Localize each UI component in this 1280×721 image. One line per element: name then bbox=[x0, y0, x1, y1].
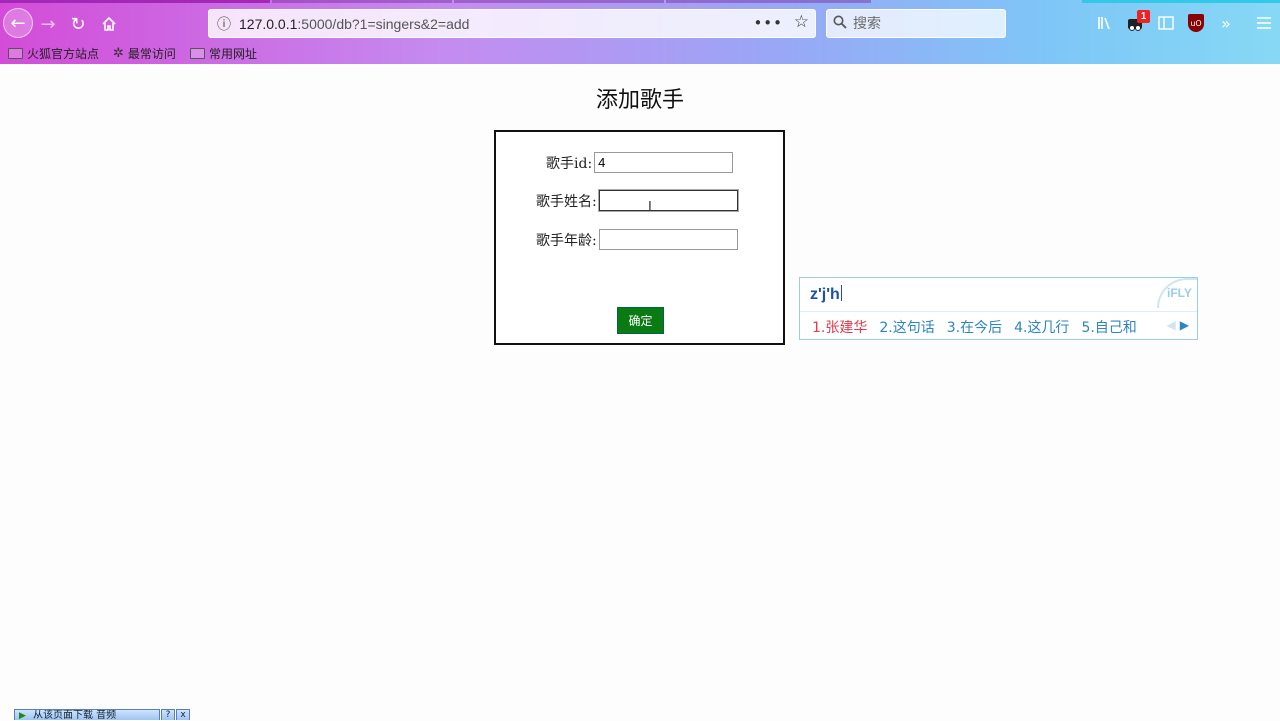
tab[interactable] bbox=[1082, 0, 1280, 3]
bookmark-common-sites[interactable]: 常用网址 bbox=[189, 45, 257, 62]
gear-icon: ✲ bbox=[113, 45, 124, 61]
singer-id-label: 歌手id: bbox=[546, 155, 593, 172]
library-button[interactable] bbox=[1094, 12, 1116, 34]
home-icon bbox=[102, 16, 116, 31]
submit-button[interactable]: 确定 bbox=[617, 307, 664, 334]
text-cursor-icon: Ι bbox=[648, 200, 652, 215]
bookmark-star-icon[interactable]: ☆ bbox=[794, 12, 809, 32]
ublock-icon: uO bbox=[1188, 14, 1204, 32]
bookmark-label: 火狐官方站点 bbox=[27, 46, 100, 61]
home-button[interactable] bbox=[95, 10, 123, 38]
tab[interactable] bbox=[454, 0, 664, 3]
ime-candidate-3[interactable]: 3.在今后 bbox=[947, 317, 1002, 337]
forward-button[interactable]: → bbox=[34, 10, 62, 38]
search-icon bbox=[833, 15, 847, 33]
ime-candidate-4[interactable]: 4.这几行 bbox=[1014, 317, 1069, 337]
tab[interactable] bbox=[272, 0, 452, 3]
arrow-left-icon: ← bbox=[10, 12, 26, 34]
ublock-button[interactable]: uO bbox=[1185, 12, 1207, 34]
singer-id-row: 歌手id: bbox=[546, 152, 734, 173]
info-icon[interactable]: ⓘ bbox=[209, 14, 239, 34]
ime-divider bbox=[800, 311, 1197, 312]
singer-name-input[interactable] bbox=[597, 189, 739, 212]
tab[interactable] bbox=[0, 0, 270, 3]
hamburger-icon bbox=[1257, 17, 1271, 29]
ime-candidate-window: z'j'h iFLY 1.张建华 2.这句话 3.在今后 4.这几行 5.自己和… bbox=[799, 277, 1198, 340]
reload-button[interactable]: ↻ bbox=[64, 10, 92, 38]
ime-candidate-5[interactable]: 5.自己和 bbox=[1081, 317, 1136, 337]
singer-name-label: 歌手姓名: bbox=[536, 193, 597, 210]
folder-icon bbox=[189, 47, 205, 59]
ime-candidate-1[interactable]: 1.张建华 bbox=[812, 317, 867, 337]
next-page-icon[interactable]: ▶ bbox=[1180, 318, 1189, 332]
prev-page-icon[interactable]: ◀ bbox=[1167, 318, 1176, 332]
sidebar-button[interactable] bbox=[1155, 12, 1177, 34]
library-icon bbox=[1098, 17, 1110, 30]
bookmark-firefox-official[interactable]: 火狐官方站点 bbox=[8, 45, 99, 62]
ime-pager: ◀ ▶ bbox=[1167, 318, 1189, 332]
search-box[interactable] bbox=[826, 9, 1006, 38]
ime-composition: z'j'h bbox=[810, 286, 840, 303]
bookmark-label: 常用网址 bbox=[208, 46, 257, 61]
browser-toolbar: ← → ↻ ⓘ 127.0.0.1:5000/db?1=singers&2=ad… bbox=[0, 0, 1280, 64]
download-widget: ▶ 从该页面下载 音频 ? x bbox=[14, 709, 190, 720]
singer-age-label: 歌手年龄: bbox=[536, 232, 597, 249]
url-path: :5000/db?1=singers&2=add bbox=[297, 15, 470, 32]
double-chevron-icon: » bbox=[1221, 13, 1231, 33]
add-singer-form: 歌手id: 歌手姓名: 歌手年龄: Ι 确定 bbox=[494, 130, 785, 345]
reload-icon: ↻ bbox=[70, 13, 86, 35]
page-title: 添加歌手 bbox=[595, 88, 684, 113]
url-text[interactable]: 127.0.0.1:5000/db?1=singers&2=add bbox=[239, 16, 469, 32]
sidebar-icon bbox=[1158, 16, 1174, 30]
singer-age-row: 歌手年龄: bbox=[536, 229, 738, 250]
bookmark-label: 最常访问 bbox=[127, 46, 176, 61]
download-audio-label: 从该页面下载 音频 bbox=[33, 710, 117, 720]
overflow-menu-button[interactable]: » bbox=[1215, 12, 1237, 34]
ime-candidates: 1.张建华 2.这句话 3.在今后 4.这几行 5.自己和 bbox=[812, 317, 1149, 337]
singer-age-input[interactable] bbox=[598, 229, 738, 250]
folder-icon bbox=[8, 47, 23, 59]
bookmark-most-visited[interactable]: ✲ 最常访问 bbox=[113, 45, 176, 62]
url-host: 127.0.0.1 bbox=[239, 15, 298, 32]
close-button[interactable]: x bbox=[176, 709, 190, 720]
ime-candidate-2[interactable]: 2.这句话 bbox=[879, 317, 934, 337]
singer-id-input[interactable] bbox=[594, 152, 734, 173]
ifly-logo: iFLY bbox=[1157, 278, 1197, 308]
tab[interactable] bbox=[666, 0, 871, 3]
page-actions-button[interactable]: ••• bbox=[753, 14, 783, 32]
notification-badge: 1 bbox=[1137, 10, 1150, 23]
tab-strip bbox=[0, 0, 1280, 4]
back-button[interactable]: ← bbox=[3, 8, 33, 38]
bookmarks-bar: 火狐官方站点 ✲ 最常访问 常用网址 bbox=[0, 42, 1280, 64]
singer-name-row: 歌手姓名: bbox=[536, 189, 739, 212]
arrow-right-icon: → bbox=[40, 13, 56, 35]
address-bar[interactable]: ⓘ 127.0.0.1:5000/db?1=singers&2=add ••• … bbox=[208, 9, 816, 38]
help-button[interactable]: ? bbox=[161, 709, 175, 720]
download-audio-button[interactable]: ▶ 从该页面下载 音频 bbox=[14, 709, 160, 720]
hamburger-menu-button[interactable] bbox=[1253, 12, 1275, 34]
search-input[interactable] bbox=[853, 15, 993, 32]
play-icon: ▶ bbox=[19, 711, 26, 720]
